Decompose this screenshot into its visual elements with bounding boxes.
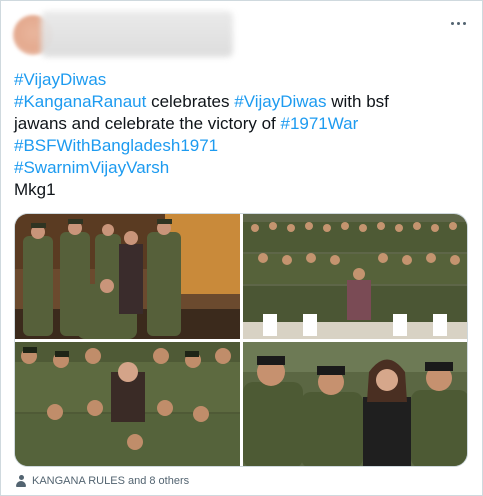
tweet-card: #VijayDiwas #KanganaRanaut celebrates #Vi…	[0, 0, 483, 496]
hashtag-link[interactable]: #KanganaRanaut	[14, 92, 146, 111]
tweet-text-line: #BSFWithBangladesh1971	[14, 135, 474, 157]
tagged-people-label: KANGANA RULES and 8 others	[32, 475, 190, 487]
tweet-text-segment: Mkg1	[14, 180, 56, 199]
hashtag-link[interactable]: #1971War	[280, 114, 358, 133]
tagged-people[interactable]: KANGANA RULES and 8 others	[15, 473, 189, 489]
author-name-blurred[interactable]	[41, 11, 233, 57]
tweet-text-line: #SwarnimVijayVarsh	[14, 157, 474, 179]
tweet-text-segment: jawans and celebrate the victory of	[14, 114, 281, 133]
media-grid	[14, 213, 468, 467]
tweet-header	[13, 11, 233, 61]
tweet-text-segment: celebrates	[146, 92, 235, 111]
tweet-text-line: #VijayDiwas	[14, 69, 474, 91]
hashtag-link[interactable]: #SwarnimVijayVarsh	[14, 158, 169, 177]
tweet-text-line: jawans and celebrate the victory of #197…	[14, 113, 474, 135]
tweet-text-segment: with bsf	[326, 92, 389, 111]
tweet-text-line: #KanganaRanaut celebrates #VijayDiwas wi…	[14, 91, 474, 113]
hashtag-link[interactable]: #VijayDiwas	[14, 70, 106, 89]
photo-2[interactable]	[243, 214, 467, 339]
photo-4[interactable]	[243, 342, 467, 466]
person-icon	[15, 475, 27, 487]
photo-1[interactable]	[15, 214, 240, 339]
photo-3[interactable]	[15, 342, 240, 466]
hashtag-link[interactable]: #BSFWithBangladesh1971	[14, 136, 218, 155]
more-options-icon[interactable]	[448, 15, 468, 31]
hashtag-link[interactable]: #VijayDiwas	[234, 92, 326, 111]
tweet-text: #VijayDiwas #KanganaRanaut celebrates #Vi…	[14, 69, 474, 201]
tweet-text-line: Mkg1	[14, 179, 474, 201]
